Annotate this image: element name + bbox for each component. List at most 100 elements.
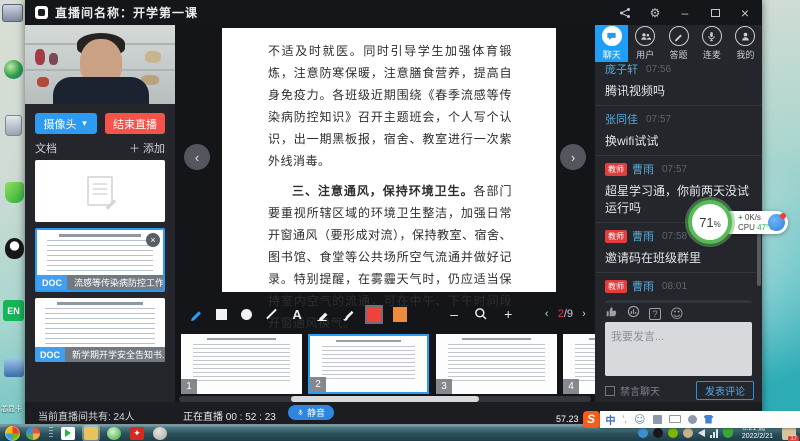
chat-message-input[interactable] xyxy=(605,322,752,376)
mute-button[interactable]: 静音 xyxy=(288,405,334,420)
tray-icon-360[interactable] xyxy=(668,428,678,438)
taskbar-icon-app-grey[interactable] xyxy=(153,427,167,440)
tab-chat[interactable]: 聊天 xyxy=(595,25,628,62)
message-username: 庞子轩 xyxy=(605,62,638,77)
taskbar-icon-ie-browser[interactable] xyxy=(107,427,121,440)
document-title: 新学期开学安全告知书... xyxy=(65,347,165,362)
text-tool-icon[interactable]: A xyxy=(284,307,309,322)
rectangle-tool-icon[interactable] xyxy=(208,309,233,320)
chat-action-icons: ? ☺ xyxy=(605,305,684,323)
start-button[interactable] xyxy=(5,426,20,441)
punctuation-toggle[interactable]: ’, xyxy=(623,414,628,424)
tab-mine[interactable]: 我的 xyxy=(729,25,762,62)
annotation-toolbar: A – + ‹ 2 /9 › xyxy=(175,298,595,330)
page-thumbnail[interactable]: 4 xyxy=(563,334,595,394)
maximize-button[interactable] xyxy=(708,6,722,20)
message-text: 换wifi试试 xyxy=(605,132,752,149)
title-bar: 直播间名称：开学第一课 ⚙ – × xyxy=(25,0,762,25)
tab-label: 我的 xyxy=(736,48,754,61)
input-language-toggle[interactable]: 中 xyxy=(606,412,616,427)
memory-usage-ring[interactable]: 71% xyxy=(688,200,732,244)
zoom-out-button[interactable]: – xyxy=(441,306,468,322)
color-swatch-red[interactable] xyxy=(367,307,381,322)
close-icon[interactable]: × xyxy=(146,233,160,247)
color-swatch-orange[interactable] xyxy=(393,307,407,322)
tray-icon-qq[interactable] xyxy=(653,428,663,438)
desktop-icon-360-shield[interactable] xyxy=(5,182,24,203)
emoji-picker-icon[interactable]: ☺ xyxy=(634,413,645,426)
page-prev-chevron[interactable]: ‹ xyxy=(536,308,558,320)
poll-chart-icon[interactable] xyxy=(627,305,640,323)
window-title: 直播间名称：开学第一课 xyxy=(55,4,198,21)
volume-icon[interactable] xyxy=(698,429,705,437)
taskbar-icon-tencent-video[interactable] xyxy=(61,427,75,440)
teacher-badge: 教师 xyxy=(605,230,627,243)
skin-icon[interactable] xyxy=(704,415,714,424)
mute-chat-checkbox[interactable] xyxy=(605,386,615,396)
chat-message: 庞子轩07:56 腾讯视频吗 xyxy=(595,62,762,105)
tab-label: 连麦 xyxy=(703,48,721,61)
desktop-icon-qq[interactable] xyxy=(5,238,24,259)
chat-message: 教师曹雨08:01 签到 开学第一课 02-21 08:01 xyxy=(595,272,762,303)
desktop-icon-graphics-panel[interactable] xyxy=(4,358,24,377)
prev-page-button[interactable]: ‹ xyxy=(184,144,210,170)
page-total: /9 xyxy=(564,308,573,320)
next-page-button[interactable]: › xyxy=(560,144,586,170)
camera-dropdown-button[interactable]: 摄像头▼ xyxy=(35,113,97,134)
end-live-button[interactable]: 结束直播 xyxy=(105,113,165,134)
add-document-button[interactable]: ＋添加 xyxy=(129,140,165,156)
tray-icon-driver[interactable] xyxy=(638,428,648,438)
pencil-tool-icon[interactable] xyxy=(183,307,208,321)
document-item[interactable]: DOC 新学期开学安全告知书... xyxy=(35,298,165,362)
close-button[interactable]: × xyxy=(738,6,752,20)
post-comment-button[interactable]: 发表评论 xyxy=(696,381,754,400)
emoji-smiley-icon[interactable]: ☺ xyxy=(670,307,684,322)
network-signal-icon[interactable] xyxy=(710,429,718,438)
page-thumbnail-selected[interactable]: 2 xyxy=(308,334,429,394)
chat-tabs: 聊天 用户 答题 连麦 我的 xyxy=(595,25,762,62)
desktop-icon-browser-globe[interactable] xyxy=(4,60,23,79)
document-item-selected[interactable]: × DOC 流感等传染病防控工作... xyxy=(35,228,165,292)
magnifier-icon[interactable] xyxy=(468,307,495,321)
taskbar-icon-chaoxing[interactable]: ✦ xyxy=(130,427,144,440)
page-next-chevron[interactable]: › xyxy=(573,308,595,320)
chat-message-list[interactable]: 庞子轩07:56 腾讯视频吗 张同佳07:57 换wifi试试 教师曹雨07:5… xyxy=(595,62,762,303)
boost-ball-icon[interactable] xyxy=(768,214,785,231)
thumbs-up-icon[interactable] xyxy=(605,305,618,323)
desktop-icon-en-app[interactable]: EN xyxy=(3,300,24,321)
clock-date: 2022/2/21 xyxy=(742,433,773,441)
tray-icon-sogou-pet[interactable] xyxy=(683,428,693,438)
taskbar-icon-folder-active[interactable] xyxy=(84,427,98,440)
voice-input-icon[interactable] xyxy=(653,415,662,424)
sogou-logo-icon[interactable]: S xyxy=(583,411,600,428)
zoom-in-button[interactable]: + xyxy=(495,306,522,322)
brush-tool-icon[interactable] xyxy=(335,307,360,321)
minimize-button[interactable]: – xyxy=(678,6,692,20)
page-thumbnail-strip: 1 2 3 4 xyxy=(175,333,595,395)
tab-mic-connect[interactable]: 连麦 xyxy=(695,25,728,62)
taskbar-icon-360-browser[interactable] xyxy=(26,427,40,440)
settings-gear-icon[interactable]: ⚙ xyxy=(648,6,662,20)
line-tool-icon[interactable] xyxy=(259,313,284,315)
security-shield-icon[interactable] xyxy=(723,428,733,438)
system-monitor-widget[interactable]: + 0K/s CPU 47°C 71% xyxy=(688,200,788,246)
page-thumbnail[interactable]: 1 xyxy=(181,334,302,394)
circle-tool-icon[interactable] xyxy=(234,309,259,320)
desktop-icon-recycle-bin[interactable] xyxy=(5,115,22,136)
page-thumbnail[interactable]: 3 xyxy=(436,334,557,394)
live-duration: 正在直播 00 : 52 : 23 xyxy=(183,408,276,423)
message-username: 曹雨 xyxy=(632,161,654,177)
viewer-count: 当前直播间共有: 24人 xyxy=(38,408,135,423)
microphone-icon xyxy=(702,26,722,46)
question-card-icon[interactable]: ? xyxy=(649,308,661,320)
tab-users[interactable]: 用户 xyxy=(628,25,661,62)
left-panel: 摄像头▼ 结束直播 文档 ＋添加 × DOC 流感等传染病防控工作... xyxy=(25,25,175,402)
desktop-icon-computer[interactable] xyxy=(2,4,23,22)
share-icon[interactable] xyxy=(618,6,632,20)
document-placeholder-card[interactable] xyxy=(35,160,165,222)
eraser-tool-icon[interactable] xyxy=(310,307,335,321)
tab-quiz[interactable]: 答题 xyxy=(662,25,695,62)
taskbar-icon-notifications[interactable]: 17 xyxy=(782,427,796,440)
toolbox-icon[interactable] xyxy=(688,415,697,424)
soft-keyboard-icon[interactable] xyxy=(669,415,681,423)
